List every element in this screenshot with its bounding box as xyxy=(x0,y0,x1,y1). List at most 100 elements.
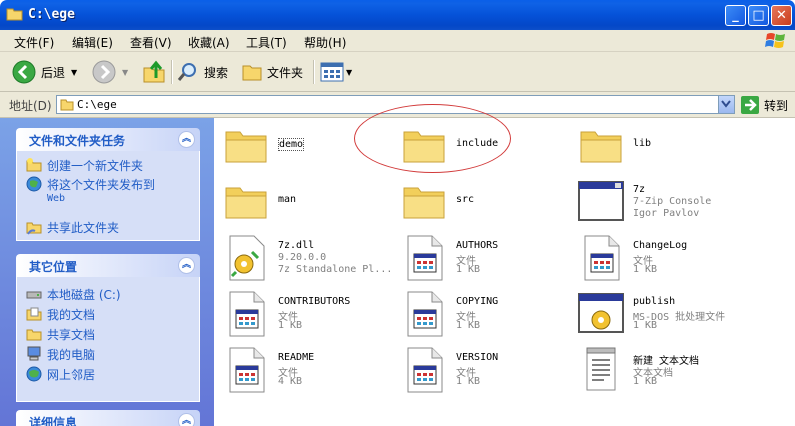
menu-favorites[interactable]: 收藏(A) xyxy=(188,34,230,51)
menu-view[interactable]: 查看(V) xyxy=(130,34,172,51)
folder-icon xyxy=(403,131,445,163)
address-input[interactable]: C:\ege xyxy=(56,95,735,114)
shared-documents-label: 共享文档 xyxy=(47,328,96,342)
console-app-icon xyxy=(578,181,624,221)
close-button[interactable]: ✕ xyxy=(771,5,792,26)
file-name: COPYING xyxy=(456,296,499,307)
chevron-down-icon[interactable]: ▼ xyxy=(122,68,128,77)
file-size: 1 KB xyxy=(456,264,481,275)
other-places-panel: 其它位置 ︽ 本地磁盘 (C:) 我的文档 共享文档 我的电脑 网上邻居 xyxy=(16,254,200,402)
minimize-button[interactable]: _ xyxy=(725,5,746,26)
folder-icon xyxy=(580,131,622,163)
title-bar[interactable]: C:\ege _ □ ✕ xyxy=(0,0,795,30)
share-folder-icon xyxy=(26,222,42,235)
folder-icon xyxy=(60,99,74,111)
details-panel-title: 详细信息 xyxy=(29,416,78,426)
back-label: 后退 xyxy=(41,65,66,80)
file-size: 4 KB xyxy=(278,376,303,387)
tasks-panel-header[interactable]: 文件和文件夹任务 ︽ xyxy=(16,128,200,151)
menu-edit[interactable]: 编辑(E) xyxy=(72,34,113,51)
generic-file-icon xyxy=(407,291,443,337)
place-shared-documents[interactable]: 共享文档 xyxy=(26,326,95,343)
close-icon: ✕ xyxy=(776,8,787,23)
network-places-icon xyxy=(26,366,42,382)
file-name: lib xyxy=(633,138,652,149)
file-name: CONTRIBUTORS xyxy=(278,296,351,307)
go-button[interactable]: 转到 xyxy=(741,96,788,114)
expand-chevron-icon[interactable]: ︽ xyxy=(178,413,195,426)
back-button[interactable]: 后退 ▼ xyxy=(12,60,77,84)
views-icon xyxy=(320,62,344,82)
file-name: publish xyxy=(633,296,676,307)
file-name: AUTHORS xyxy=(456,240,499,251)
chevron-down-icon[interactable]: ▼ xyxy=(346,68,352,77)
menu-file[interactable]: 文件(F) xyxy=(14,34,54,51)
menu-bar: 文件(F) 编辑(E) 查看(V) 收藏(A) 工具(T) 帮助(H) xyxy=(0,30,795,52)
up-button[interactable] xyxy=(142,60,166,84)
text-document-icon xyxy=(586,347,616,391)
forward-button[interactable]: ▼ xyxy=(92,60,128,84)
go-arrow-icon xyxy=(741,96,759,114)
menu-help[interactable]: 帮助(H) xyxy=(304,34,346,51)
address-value: C:\ege xyxy=(77,98,117,111)
share-folder-label: 共享此文件夹 xyxy=(47,221,120,235)
generic-file-icon xyxy=(229,291,265,337)
back-arrow-icon xyxy=(12,60,36,84)
share-folder-link[interactable]: 共享此文件夹 xyxy=(26,219,119,236)
my-documents-icon xyxy=(26,307,42,321)
generic-file-icon xyxy=(584,235,620,281)
generic-file-icon xyxy=(407,347,443,393)
file-size: 1 KB xyxy=(633,376,658,387)
file-size: 1 KB xyxy=(456,376,481,387)
file-type: 9.20.0.0 xyxy=(278,252,327,263)
file-name: include xyxy=(456,138,499,149)
shared-documents-icon xyxy=(26,329,42,341)
other-places-header[interactable]: 其它位置 ︽ xyxy=(16,254,200,277)
minimize-icon: _ xyxy=(732,8,739,23)
place-my-computer[interactable]: 我的电脑 xyxy=(26,346,95,363)
file-name: 7z xyxy=(633,184,646,195)
details-panel: 详细信息 ︽ xyxy=(16,410,200,426)
windows-logo-icon xyxy=(765,33,785,48)
create-folder-link[interactable]: 创建一个新文件夹 xyxy=(26,157,143,174)
publish-web-link[interactable]: 将这个文件夹发布到 Web xyxy=(26,176,155,204)
folder-up-icon xyxy=(143,60,165,83)
forward-arrow-icon xyxy=(92,60,116,84)
publish-web-label: 将这个文件夹发布到 xyxy=(47,178,156,192)
folder-icon xyxy=(225,131,267,163)
place-local-disk[interactable]: 本地磁盘 (C:) xyxy=(26,286,121,303)
details-panel-header[interactable]: 详细信息 ︽ xyxy=(16,410,200,426)
file-size: 1 KB xyxy=(278,320,303,331)
file-size: 1 KB xyxy=(633,320,658,331)
folders-button[interactable]: 文件夹 xyxy=(241,60,303,84)
place-network[interactable]: 网上邻居 xyxy=(26,366,95,383)
chevron-down-icon[interactable]: ▼ xyxy=(71,68,77,77)
file-name: man xyxy=(278,194,297,205)
batch-file-icon xyxy=(578,293,624,333)
collapse-chevron-icon[interactable]: ︽ xyxy=(178,131,195,148)
file-name: 7z.dll xyxy=(278,240,315,251)
file-name: src xyxy=(456,194,475,205)
search-button[interactable]: 搜索 xyxy=(177,60,228,84)
maximize-icon: □ xyxy=(752,8,765,23)
menu-tools[interactable]: 工具(T) xyxy=(246,34,287,51)
tasks-panel-title: 文件和文件夹任务 xyxy=(29,134,126,148)
place-my-documents[interactable]: 我的文档 xyxy=(26,306,95,323)
generic-file-icon xyxy=(229,347,265,393)
file-size: 1 KB xyxy=(456,320,481,331)
folder-icon xyxy=(6,8,23,21)
network-places-label: 网上邻居 xyxy=(47,368,96,382)
local-disk-label: 本地磁盘 (C:) xyxy=(47,288,121,302)
local-disk-icon xyxy=(26,291,42,299)
address-bar: 地址(D) C:\ege 转到 xyxy=(0,92,795,118)
folders-icon xyxy=(242,65,262,81)
publish-web-label-2: Web xyxy=(47,193,66,204)
file-size: 1 KB xyxy=(633,264,658,275)
address-dropdown-button[interactable] xyxy=(718,96,734,113)
window-title: C:\ege xyxy=(28,7,75,22)
collapse-chevron-icon[interactable]: ︽ xyxy=(178,257,195,274)
dll-file-icon xyxy=(229,235,265,281)
file-size: 7z Standalone Pl... xyxy=(278,264,393,275)
views-button[interactable]: ▼ xyxy=(320,60,352,84)
maximize-button[interactable]: □ xyxy=(748,5,769,26)
